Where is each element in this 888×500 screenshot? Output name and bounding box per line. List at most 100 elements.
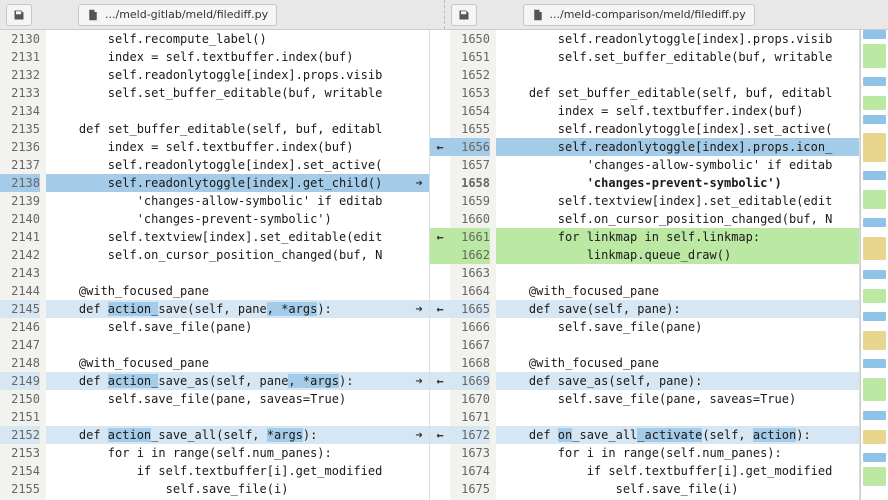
map-segment[interactable] [863, 430, 886, 444]
code-line[interactable]: self.save_file(pane, saveas=True) [46, 390, 409, 408]
arrow-spacer [409, 30, 429, 48]
arrow-spacer [430, 192, 450, 210]
code-line[interactable]: if self.textbuffer[i].get_modified [496, 462, 859, 480]
code-line[interactable]: self.recompute_label() [46, 30, 409, 48]
left-file-tab[interactable]: .../meld-gitlab/meld/filediff.py [78, 4, 277, 26]
map-segment[interactable] [863, 453, 886, 462]
code-line[interactable]: self.save_file(pane) [46, 318, 409, 336]
code-line[interactable]: def action_save_as(self, pane, *args): [46, 372, 409, 390]
push-left-icon[interactable]: ← [430, 426, 450, 444]
code-line[interactable] [496, 408, 859, 426]
code-line[interactable]: @with_focused_pane [496, 354, 859, 372]
right-merge-arrows: ← ← ← ← ← [430, 30, 450, 500]
map-segment[interactable] [863, 331, 886, 350]
code-line[interactable]: self.save_file(pane) [496, 318, 859, 336]
code-line[interactable]: if self.textbuffer[i].get_modified [46, 462, 409, 480]
map-segment[interactable] [863, 77, 886, 86]
code-line[interactable]: self.readonlytoggle[index].props.visib [46, 66, 409, 84]
code-line[interactable] [496, 66, 859, 84]
code-line[interactable]: for linkmap in self.linkmap: [496, 228, 859, 246]
right-code[interactable]: self.readonlytoggle[index].props.visib s… [496, 30, 859, 500]
code-line[interactable]: 'changes-prevent-symbolic') [496, 174, 859, 192]
map-segment[interactable] [863, 115, 886, 124]
map-segment[interactable] [863, 378, 886, 402]
push-left-icon[interactable]: ← [430, 138, 450, 156]
map-segment[interactable] [863, 96, 886, 110]
code-line[interactable]: 'changes-prevent-symbolic') [46, 210, 409, 228]
map-segment[interactable] [863, 44, 886, 68]
code-line[interactable]: def set_buffer_editable(self, buf, edita… [46, 120, 409, 138]
code-line[interactable]: 'changes-allow-symbolic' if editab [46, 192, 409, 210]
code-line[interactable]: 'changes-allow-symbolic' if editab [496, 156, 859, 174]
code-line[interactable]: self.on_cursor_position_changed(buf, N [496, 210, 859, 228]
map-segment[interactable] [863, 411, 886, 420]
push-right-icon[interactable]: ➜ [409, 372, 429, 390]
code-line[interactable] [46, 102, 409, 120]
code-line[interactable]: index = self.textbuffer.index(buf) [496, 102, 859, 120]
arrow-spacer [409, 210, 429, 228]
code-line[interactable]: def action_save_all(self, *args): [46, 426, 409, 444]
code-line[interactable]: self.readonlytoggle[index].props.icon_ [496, 138, 859, 156]
code-line[interactable]: self.readonlytoggle[index].set_active( [46, 156, 409, 174]
code-line[interactable]: for i in range(self.num_panes): [46, 444, 409, 462]
arrow-spacer [430, 264, 450, 282]
code-line[interactable]: def save(self, pane): [496, 300, 859, 318]
push-right-icon[interactable]: ➜ [409, 426, 429, 444]
line-number: 1675 [450, 480, 490, 498]
code-line[interactable]: for i in range(self.num_panes): [496, 444, 859, 462]
map-segment[interactable] [863, 289, 886, 303]
map-segment[interactable] [863, 190, 886, 209]
map-segment[interactable] [863, 467, 886, 486]
push-right-icon[interactable]: ➜ [409, 300, 429, 318]
code-line[interactable]: self.set_buffer_editable(buf, writable [46, 84, 409, 102]
code-line[interactable] [46, 408, 409, 426]
code-line[interactable]: self.on_cursor_position_changed(buf, N [46, 246, 409, 264]
push-right-icon[interactable]: ➜ [409, 174, 429, 192]
line-number: 2153 [0, 444, 40, 462]
map-segment[interactable] [863, 30, 886, 39]
push-left-icon[interactable]: ← [430, 300, 450, 318]
code-line[interactable] [46, 336, 409, 354]
left-code[interactable]: self.recompute_label() index = self.text… [46, 30, 409, 500]
code-line[interactable]: def on_save_all_activate(self, action): [496, 426, 859, 444]
push-left-icon[interactable]: ← [430, 228, 450, 246]
code-line[interactable]: self.readonlytoggle[index].props.visib [496, 30, 859, 48]
code-line[interactable] [46, 264, 409, 282]
code-line[interactable] [496, 264, 859, 282]
map-segment[interactable] [863, 133, 886, 161]
code-line[interactable] [496, 336, 859, 354]
code-line[interactable]: self.save_file(pane, saveas=True) [496, 390, 859, 408]
code-line[interactable]: @with_focused_pane [496, 282, 859, 300]
code-line[interactable]: index = self.textbuffer.index(buf) [46, 138, 409, 156]
save-left-button[interactable] [6, 4, 32, 26]
arrow-spacer [409, 390, 429, 408]
map-segment[interactable] [863, 237, 886, 261]
code-line[interactable]: self.save_file(i) [496, 480, 859, 498]
code-line[interactable]: @with_focused_pane [46, 354, 409, 372]
map-segment[interactable] [863, 270, 886, 279]
code-line[interactable]: def action_save(self, pane, *args): [46, 300, 409, 318]
code-line[interactable]: self.set_buffer_editable(buf, writable [496, 48, 859, 66]
code-line[interactable]: self.readonlytoggle[index].set_active( [496, 120, 859, 138]
push-left-icon[interactable]: ← [430, 372, 450, 390]
code-line[interactable]: def save_as(self, pane): [496, 372, 859, 390]
arrow-spacer [409, 336, 429, 354]
code-line[interactable]: self.textview[index].set_editable(edit [496, 192, 859, 210]
overview-map[interactable] [860, 30, 888, 500]
code-line[interactable]: self.textview[index].set_editable(edit [46, 228, 409, 246]
map-segment[interactable] [863, 359, 886, 368]
line-number: 2142 [0, 246, 40, 264]
map-segment[interactable] [863, 171, 886, 180]
code-line[interactable]: linkmap.queue_draw() [496, 246, 859, 264]
line-number: 1650 [450, 30, 490, 48]
code-line[interactable]: self.readonlytoggle[index].get_child() [46, 174, 409, 192]
left-merge-arrows: ➜ ➜ ➜ ➜ [409, 30, 429, 500]
save-right-button[interactable] [451, 4, 477, 26]
map-segment[interactable] [863, 218, 886, 227]
code-line[interactable]: @with_focused_pane [46, 282, 409, 300]
code-line[interactable]: index = self.textbuffer.index(buf) [46, 48, 409, 66]
code-line[interactable]: def set_buffer_editable(self, buf, edita… [496, 84, 859, 102]
map-segment[interactable] [863, 312, 886, 321]
right-file-tab[interactable]: .../meld-comparison/meld/filediff.py [523, 4, 755, 26]
code-line[interactable]: self.save_file(i) [46, 480, 409, 498]
